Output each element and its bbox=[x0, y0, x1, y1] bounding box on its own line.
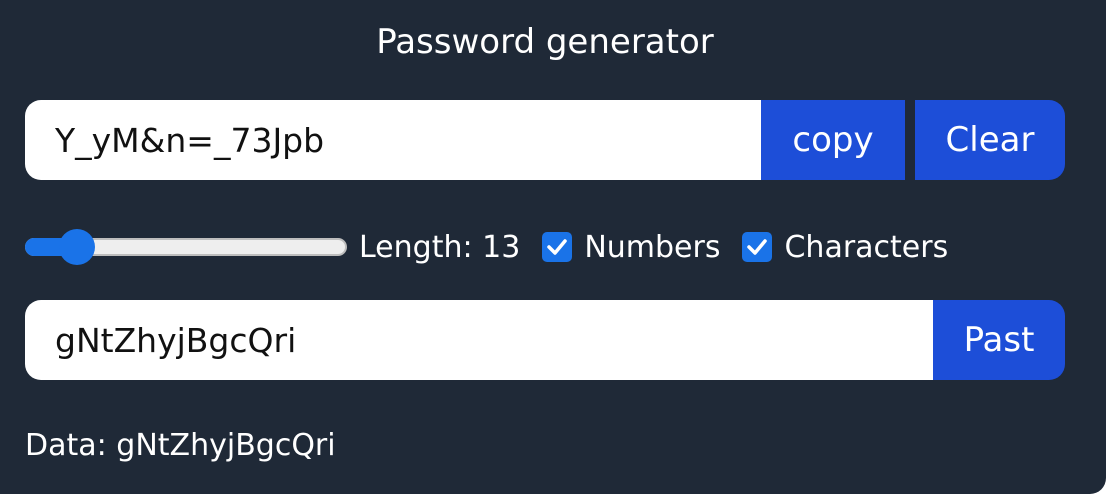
length-label-text: Length: bbox=[359, 229, 473, 265]
past-button[interactable]: Past bbox=[933, 300, 1065, 380]
copy-button[interactable]: copy bbox=[761, 100, 905, 180]
page-title: Password generator bbox=[376, 22, 714, 62]
password-generator-panel: Password generator copy Clear Length: 13… bbox=[0, 0, 1106, 494]
data-prefix: Data: bbox=[25, 428, 107, 463]
characters-checkbox[interactable] bbox=[742, 232, 773, 262]
data-output-line: Data: gNtZhyjBgcQri bbox=[25, 426, 336, 466]
check-icon bbox=[747, 239, 768, 255]
generated-password-row: copy Clear bbox=[25, 100, 1065, 180]
options-row: Length: 13 Numbers Characters bbox=[25, 222, 1065, 272]
paste-row: Past bbox=[25, 300, 1065, 380]
password-output-field[interactable] bbox=[25, 100, 761, 180]
check-icon bbox=[547, 239, 568, 255]
characters-label: Characters bbox=[784, 229, 949, 265]
numbers-label: Numbers bbox=[584, 229, 721, 265]
length-slider-thumb[interactable] bbox=[59, 229, 96, 265]
length-slider[interactable] bbox=[25, 225, 347, 269]
data-value: gNtZhyjBgcQri bbox=[116, 428, 336, 463]
paste-input-field[interactable] bbox=[25, 300, 933, 380]
length-label: Length: 13 bbox=[359, 230, 520, 265]
clear-button[interactable]: Clear bbox=[915, 100, 1065, 180]
length-value: 13 bbox=[482, 229, 521, 265]
numbers-checkbox[interactable] bbox=[542, 232, 573, 262]
